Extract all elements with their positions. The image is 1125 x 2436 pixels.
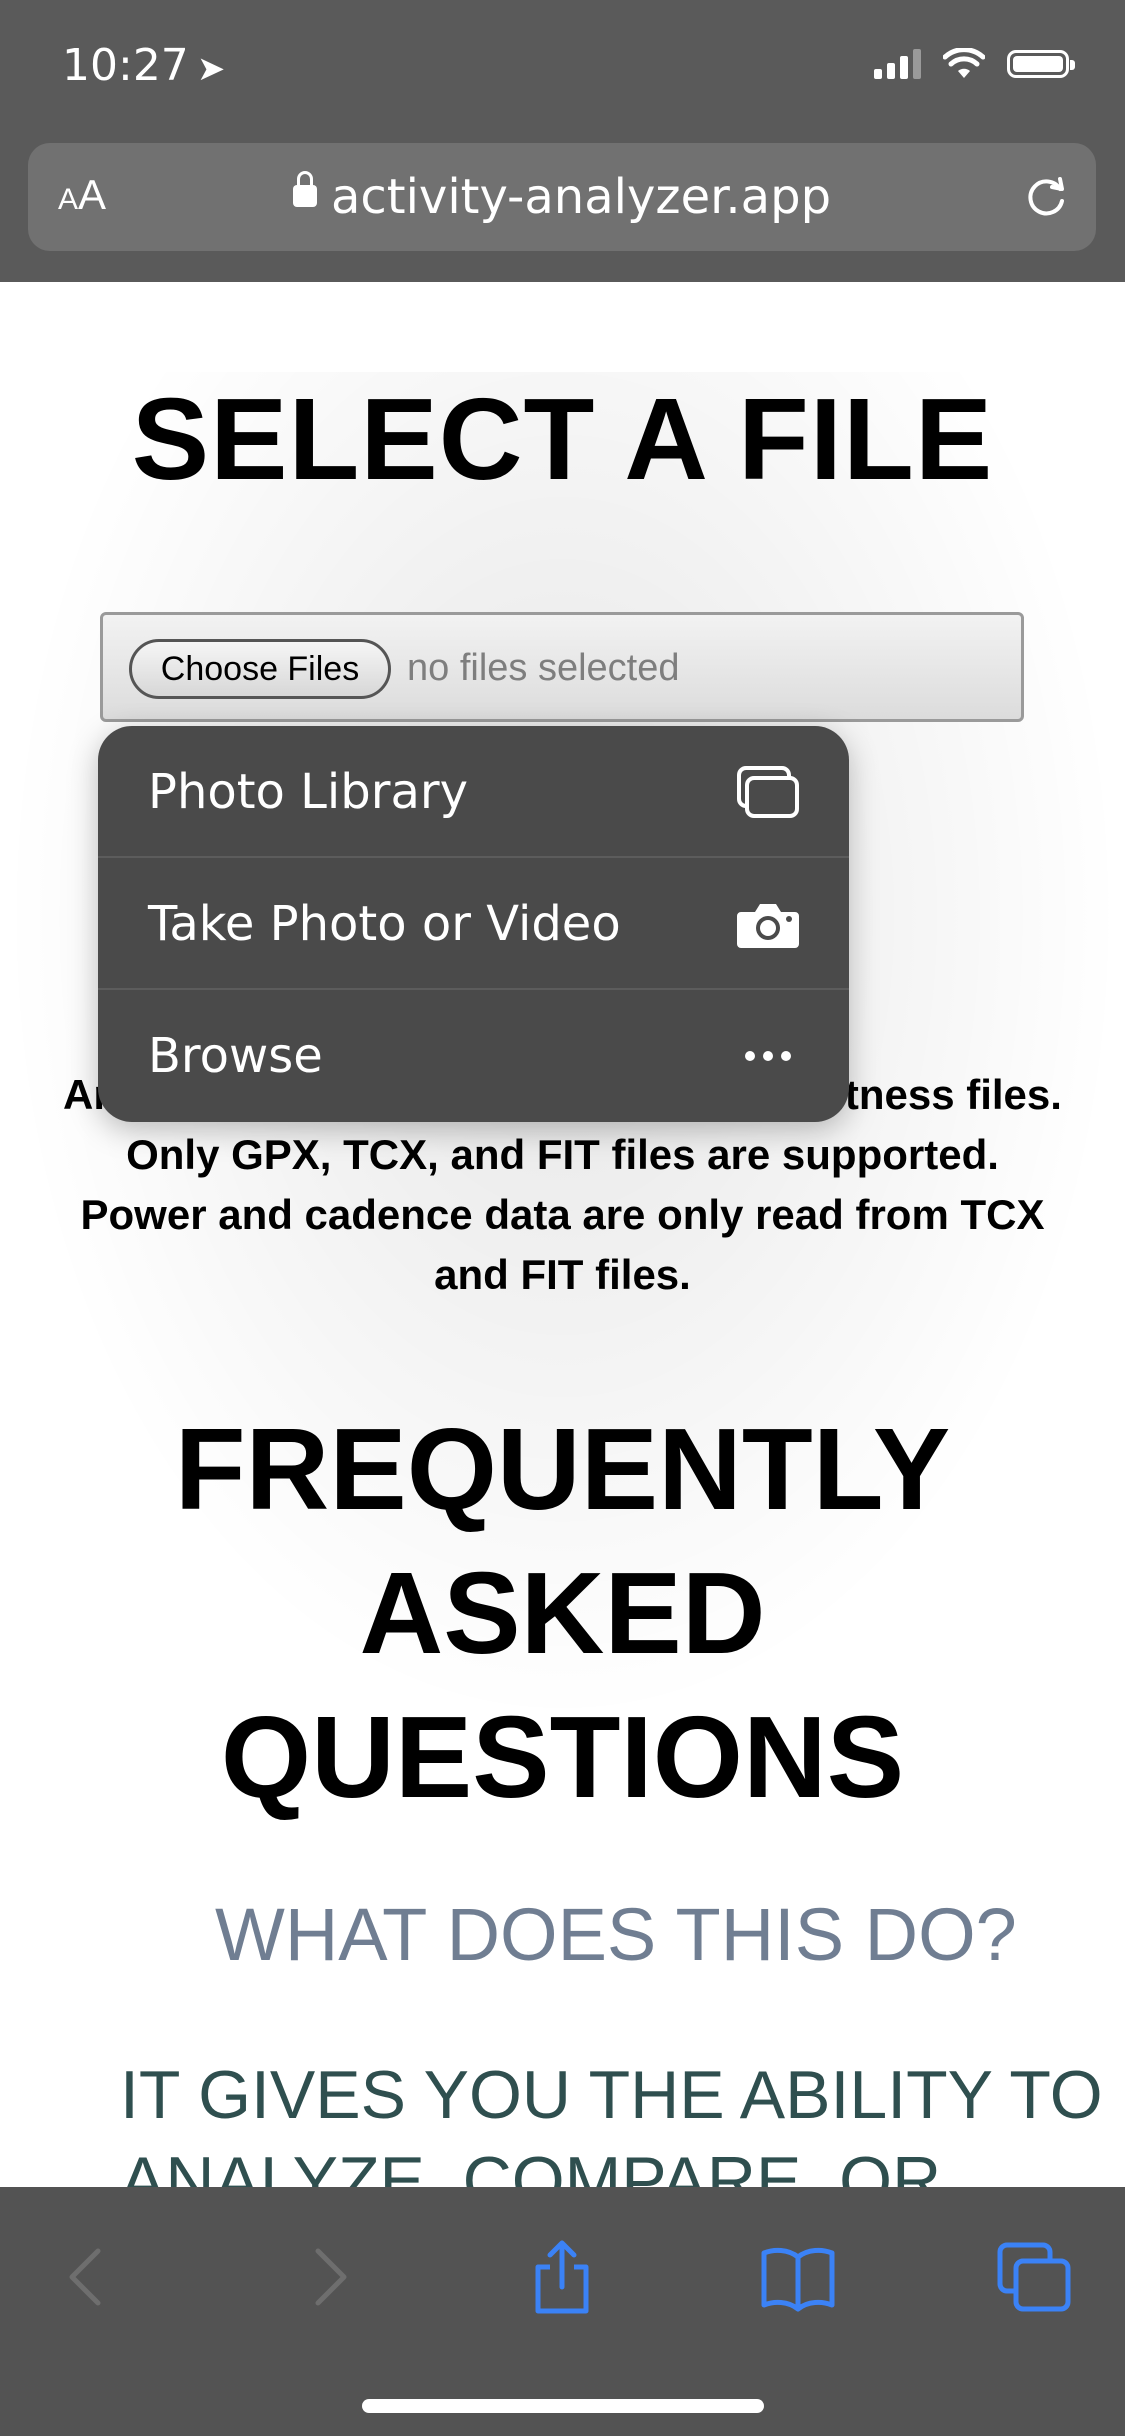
file-input[interactable]: Choose Files no files selected	[100, 612, 1024, 722]
signal-icon	[874, 49, 921, 79]
faq-heading-line: ASKED	[359, 1548, 766, 1678]
battery-icon	[1007, 50, 1075, 78]
description-line: Power and cadence data are only read fro…	[80, 1191, 1045, 1238]
page-title: SELECT A FILE	[131, 374, 994, 504]
faq-heading-line: FREQUENTLY	[174, 1404, 951, 1534]
camera-icon	[737, 904, 799, 948]
url-display[interactable]: activity-analyzer.app	[28, 169, 1096, 225]
menu-item-label: Photo Library	[148, 764, 469, 820]
description-line: and FIT files.	[434, 1251, 691, 1298]
faq-answer-line: IT GIVES YOU THE ABILITY TO	[120, 2057, 1103, 2133]
file-source-menu: Photo Library Take Photo or Video Browse	[98, 726, 849, 1122]
faq-heading-line: QUESTIONS	[220, 1692, 905, 1822]
bookmarks-icon[interactable]	[758, 2237, 838, 2317]
faq-answer-line: ANALYZE, COMPARE, OR	[120, 2143, 942, 2187]
wifi-icon	[943, 48, 985, 78]
reload-icon[interactable]	[1020, 171, 1072, 223]
time-label: 10:27	[62, 40, 189, 91]
faq-heading: FREQUENTLY ASKED QUESTIONS	[0, 1397, 1125, 1829]
file-status: no files selected	[407, 647, 680, 689]
faq-answer: IT GIVES YOU THE ABILITY TO ANALYZE, COM…	[120, 2052, 1125, 2187]
status-time: 10:27 ➤	[62, 40, 225, 91]
lock-icon	[292, 171, 317, 207]
photo-library-icon	[737, 766, 799, 818]
description-line: Only GPX, TCX, and FIT files are support…	[126, 1131, 999, 1178]
location-arrow-icon: ➤	[196, 49, 226, 89]
tabs-icon[interactable]	[994, 2237, 1074, 2317]
url-text: activity-analyzer.app	[330, 169, 832, 225]
menu-item-photo-library[interactable]: Photo Library	[98, 726, 849, 858]
faq-question: WHAT DOES THIS DO?	[215, 1893, 1017, 1976]
more-icon	[745, 1051, 791, 1061]
web-page: SELECT A FILE Choose Files no files sele…	[0, 282, 1125, 2187]
status-icons	[874, 48, 1075, 80]
back-icon[interactable]	[48, 2237, 128, 2317]
menu-item-browse[interactable]: Browse	[98, 990, 849, 1122]
address-bar[interactable]: AA activity-analyzer.app	[28, 143, 1096, 251]
browser-chrome: 10:27 ➤ AA activity-analyzer.app	[0, 0, 1125, 282]
forward-icon[interactable]	[288, 2237, 368, 2317]
menu-item-take-photo[interactable]: Take Photo or Video	[98, 858, 849, 990]
menu-item-label: Browse	[148, 1028, 323, 1084]
choose-files-button[interactable]: Choose Files	[129, 639, 391, 699]
menu-item-label: Take Photo or Video	[148, 896, 621, 952]
home-indicator[interactable]	[362, 2399, 764, 2413]
share-icon[interactable]	[522, 2237, 602, 2317]
